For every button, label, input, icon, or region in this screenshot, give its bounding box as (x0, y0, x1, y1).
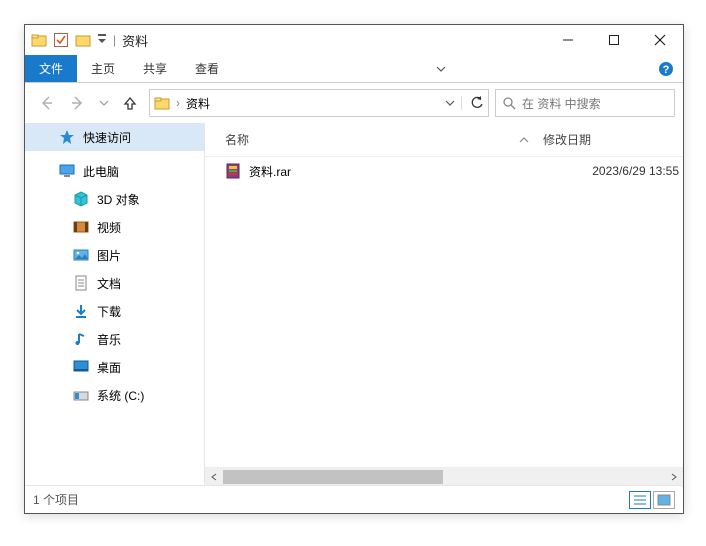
sidebar-label: 此电脑 (83, 163, 119, 180)
window-title: 资料 (122, 31, 148, 50)
nav-up-button[interactable] (117, 90, 143, 116)
sidebar-item-quick-access[interactable]: 快速访问 (25, 123, 204, 151)
column-date-label: 修改日期 (543, 133, 591, 147)
file-name: 资料.rar (249, 163, 291, 180)
scroll-track[interactable] (223, 468, 665, 486)
close-button[interactable] (637, 25, 683, 55)
address-sep: › (176, 96, 180, 110)
sidebar-item-documents[interactable]: 文档 (25, 269, 204, 297)
horizontal-scrollbar[interactable] (205, 467, 683, 485)
maximize-button[interactable] (591, 25, 637, 55)
svg-text:?: ? (663, 64, 670, 76)
qat-folder-icon[interactable] (75, 32, 91, 48)
picture-icon (73, 247, 89, 263)
statusbar: 1 个项目 (25, 485, 683, 513)
sidebar-item-system-c[interactable]: 系统 (C:) (25, 381, 204, 409)
sidebar-item-pictures[interactable]: 图片 (25, 241, 204, 269)
document-icon (73, 275, 89, 291)
ribbon-tabs: 文件 主页 共享 查看 ? (25, 55, 683, 83)
qat-checkbox-icon[interactable] (53, 32, 69, 48)
sidebar-label: 视频 (97, 219, 121, 236)
view-modes (629, 491, 675, 509)
address-dropdown-icon[interactable] (445, 98, 455, 108)
tab-view-label: 查看 (195, 60, 219, 77)
column-headers: 名称 修改日期 (205, 123, 683, 157)
nav-forward-button[interactable] (65, 90, 91, 116)
tab-view[interactable]: 查看 (181, 55, 233, 82)
ribbon-chevron-icon[interactable] (430, 55, 458, 82)
body: 快速访问 此电脑 3D 对象 视频 图片 文档 (25, 123, 683, 485)
video-icon (73, 219, 89, 235)
file-row[interactable]: 资料.rar 2023/6/29 13:55 (205, 157, 683, 185)
address-crumb[interactable]: 资料 (186, 95, 439, 112)
sidebar-label: 下载 (97, 303, 121, 320)
file-date: 2023/6/29 13:55 (543, 164, 683, 178)
drive-icon (73, 387, 89, 403)
column-date[interactable]: 修改日期 (543, 131, 683, 148)
titlebar-left: | 资料 (25, 31, 148, 50)
desktop-icon (73, 359, 89, 375)
view-mode-details[interactable] (629, 491, 651, 509)
minimize-button[interactable] (545, 25, 591, 55)
sidebar-label: 系统 (C:) (97, 387, 144, 404)
tab-file-label: 文件 (39, 60, 63, 77)
sidebar-label: 文档 (97, 275, 121, 292)
sidebar-item-downloads[interactable]: 下载 (25, 297, 204, 325)
status-item-count: 1 个项目 (33, 491, 79, 508)
address-folder-icon (154, 95, 170, 111)
rar-icon (225, 163, 241, 179)
scroll-thumb[interactable] (223, 470, 443, 484)
sidebar-item-music[interactable]: 音乐 (25, 325, 204, 353)
tab-file[interactable]: 文件 (25, 55, 77, 82)
sort-indicator-icon[interactable] (519, 135, 543, 145)
folder-icon (31, 32, 47, 48)
qat-dropdown-icon[interactable] (97, 33, 107, 47)
sidebar-item-3d-objects[interactable]: 3D 对象 (25, 185, 204, 213)
search-box[interactable]: 在 资料 中搜索 (495, 89, 675, 117)
explorer-window: | 资料 文件 主页 共享 查看 ? (24, 24, 684, 514)
tab-home-label: 主页 (91, 60, 115, 77)
sidebar-label: 音乐 (97, 331, 121, 348)
sidebar-label: 图片 (97, 247, 121, 264)
sidebar-label: 3D 对象 (97, 191, 140, 208)
nav-back-button[interactable] (33, 90, 59, 116)
titlebar: | 资料 (25, 25, 683, 55)
scroll-right-button[interactable] (665, 468, 683, 486)
sidebar-label: 快速访问 (83, 129, 131, 146)
tab-home[interactable]: 主页 (77, 55, 129, 82)
scroll-left-button[interactable] (205, 468, 223, 486)
pc-icon (59, 163, 75, 179)
star-icon (59, 129, 75, 145)
nav-history-dropdown[interactable] (97, 90, 111, 116)
cube-icon (73, 191, 89, 207)
sidebar-item-videos[interactable]: 视频 (25, 213, 204, 241)
content-area: 名称 修改日期 资料.rar (205, 123, 683, 485)
tab-share[interactable]: 共享 (129, 55, 181, 82)
sidebar-item-this-pc[interactable]: 此电脑 (25, 157, 204, 185)
search-icon (502, 96, 516, 110)
file-name-cell: 资料.rar (205, 163, 543, 180)
sidebar-label: 桌面 (97, 359, 121, 376)
navbar: › 资料 在 资料 中搜索 (25, 83, 683, 123)
view-mode-thumbnails[interactable] (653, 491, 675, 509)
tab-share-label: 共享 (143, 60, 167, 77)
sidebar-item-desktop[interactable]: 桌面 (25, 353, 204, 381)
sidebar: 快速访问 此电脑 3D 对象 视频 图片 文档 (25, 123, 205, 485)
title-separator: | (113, 33, 116, 47)
window-controls (545, 25, 683, 55)
refresh-button[interactable] (461, 96, 484, 110)
music-icon (73, 331, 89, 347)
help-button[interactable]: ? (655, 55, 683, 82)
column-name-label: 名称 (225, 133, 249, 147)
address-bar[interactable]: › 资料 (149, 89, 489, 117)
column-name[interactable]: 名称 (205, 131, 519, 148)
search-placeholder: 在 资料 中搜索 (522, 95, 601, 112)
download-icon (73, 303, 89, 319)
